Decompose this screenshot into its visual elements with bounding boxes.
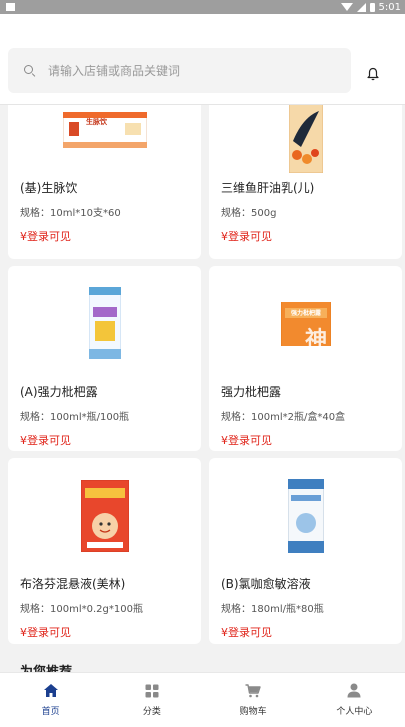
- product-spec: 规格：10ml*10支*60: [20, 208, 121, 219]
- tab-home[interactable]: 首页: [0, 673, 101, 727]
- recommend-title: 为您推荐: [20, 661, 72, 672]
- product-card[interactable]: (B)氯咖愈敏溶液 规格：180ml/瓶*80瓶 ¥登录可见: [209, 458, 402, 644]
- product-image: [8, 284, 201, 362]
- user-icon: [347, 683, 361, 698]
- tab-cart[interactable]: 购物车: [203, 673, 304, 727]
- home-icon: [43, 684, 58, 697]
- product-name[interactable]: 布洛芬混悬液(美林): [20, 575, 125, 592]
- product-price: ¥登录可见: [20, 626, 71, 639]
- bell-icon[interactable]: [366, 66, 380, 81]
- product-brand-char: 神: [305, 327, 328, 353]
- notification-icon: [6, 3, 15, 11]
- search-icon: [24, 64, 36, 77]
- product-image: [209, 478, 402, 554]
- product-box-text: 生脉饮: [86, 118, 107, 126]
- product-name[interactable]: (B)氯咖愈敏溶液: [221, 575, 311, 592]
- tab-label: 个人中心: [336, 707, 373, 717]
- tab-category[interactable]: 分类: [101, 673, 202, 727]
- cart-icon: [245, 683, 261, 697]
- product-image: [8, 105, 201, 165]
- signal-icon: [356, 2, 366, 12]
- product-image: [8, 478, 201, 554]
- product-card[interactable]: 生脉饮 (基)生脉饮 规格：10ml*10支*60 ¥登录可见: [8, 105, 201, 259]
- search-bar[interactable]: [8, 48, 351, 93]
- product-spec: 规格：100ml*2瓶/盒*40盒: [221, 412, 346, 423]
- battery-icon: [369, 2, 375, 12]
- product-name[interactable]: 强力枇杷露: [221, 383, 281, 400]
- product-price: ¥登录可见: [221, 626, 272, 639]
- tab-label: 首页: [41, 707, 60, 717]
- status-bar: 5:01: [0, 0, 405, 14]
- product-spec: 规格：100ml*0.2g*100瓶: [20, 604, 143, 615]
- product-name[interactable]: (基)生脉饮: [20, 179, 77, 196]
- wifi-icon: [340, 3, 353, 11]
- product-image: [209, 105, 402, 175]
- product-spec: 规格：180ml/瓶*80瓶: [221, 604, 324, 615]
- product-feed[interactable]: 生脉饮 (基)生脉饮 规格：10ml*10支*60 ¥登录可见 三维鱼肝油乳(儿…: [0, 105, 405, 672]
- product-spec: 规格：500g: [221, 208, 277, 219]
- product-card[interactable]: 强力枇杷露 神 强力枇杷露 规格：100ml*2瓶/盒*40盒 ¥登录可见: [209, 266, 402, 451]
- tab-profile[interactable]: 个人中心: [304, 673, 405, 727]
- header: [0, 14, 405, 105]
- product-price: ¥登录可见: [221, 230, 272, 243]
- product-price: ¥登录可见: [20, 434, 71, 447]
- product-spec: 规格：100ml*瓶/100瓶: [20, 412, 130, 423]
- bottom-tab-bar: 首页 分类 购物车 个人中心: [0, 672, 405, 727]
- category-icon: [145, 684, 159, 697]
- search-input[interactable]: [48, 63, 328, 78]
- product-box-text: 强力枇杷露: [291, 310, 322, 317]
- product-price: ¥登录可见: [221, 434, 272, 447]
- product-card[interactable]: 三维鱼肝油乳(儿) 规格：500g ¥登录可见: [209, 105, 402, 259]
- tab-label: 分类: [142, 706, 161, 717]
- product-name[interactable]: (A)强力枇杷露: [20, 383, 98, 400]
- product-price: ¥登录可见: [20, 230, 71, 243]
- product-card[interactable]: (A)强力枇杷露 规格：100ml*瓶/100瓶 ¥登录可见: [8, 266, 201, 451]
- tab-label: 购物车: [239, 706, 267, 717]
- status-time: 5:01: [378, 1, 401, 13]
- product-name[interactable]: 三维鱼肝油乳(儿): [221, 179, 314, 196]
- product-card[interactable]: 布洛芬混悬液(美林) 规格：100ml*0.2g*100瓶 ¥登录可见: [8, 458, 201, 644]
